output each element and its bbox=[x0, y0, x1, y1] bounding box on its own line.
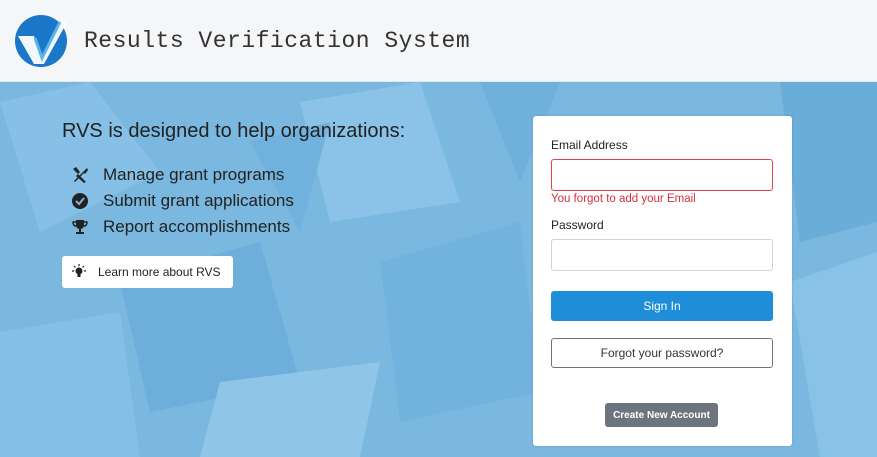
intro-heading: RVS is designed to help organizations: bbox=[62, 120, 406, 142]
list-item: Report accomplishments bbox=[70, 214, 294, 240]
email-error-message: You forgot to add your Email bbox=[551, 193, 696, 205]
feature-label: Manage grant programs bbox=[103, 165, 285, 184]
trophy-icon bbox=[70, 217, 90, 237]
password-field[interactable] bbox=[551, 239, 773, 271]
password-label: Password bbox=[551, 218, 604, 232]
sign-in-button[interactable]: Sign In bbox=[551, 291, 773, 321]
app-title: Results Verification System bbox=[84, 28, 471, 54]
feature-label: Submit grant applications bbox=[103, 191, 294, 210]
email-field[interactable] bbox=[551, 159, 773, 191]
top-header-bar: Results Verification System bbox=[0, 0, 877, 82]
check-circle-icon bbox=[70, 191, 90, 211]
tools-icon bbox=[70, 165, 90, 185]
feature-label: Report accomplishments bbox=[103, 217, 291, 236]
login-card: Email Address You forgot to add your Ema… bbox=[533, 116, 792, 446]
forgot-password-button[interactable]: Forgot your password? bbox=[551, 338, 773, 368]
lightbulb-icon bbox=[70, 263, 88, 281]
hero-section: RVS is designed to help organizations: M… bbox=[0, 82, 877, 457]
email-label: Email Address bbox=[551, 138, 628, 152]
learn-more-label: Learn more about RVS bbox=[98, 265, 221, 279]
create-account-button[interactable]: Create New Account bbox=[605, 403, 718, 427]
list-item: Submit grant applications bbox=[70, 188, 294, 214]
learn-more-button[interactable]: Learn more about RVS bbox=[62, 256, 233, 288]
feature-list: Manage grant programs Submit grant appli… bbox=[70, 162, 294, 240]
checkmark-logo-icon bbox=[15, 15, 67, 67]
list-item: Manage grant programs bbox=[70, 162, 294, 188]
